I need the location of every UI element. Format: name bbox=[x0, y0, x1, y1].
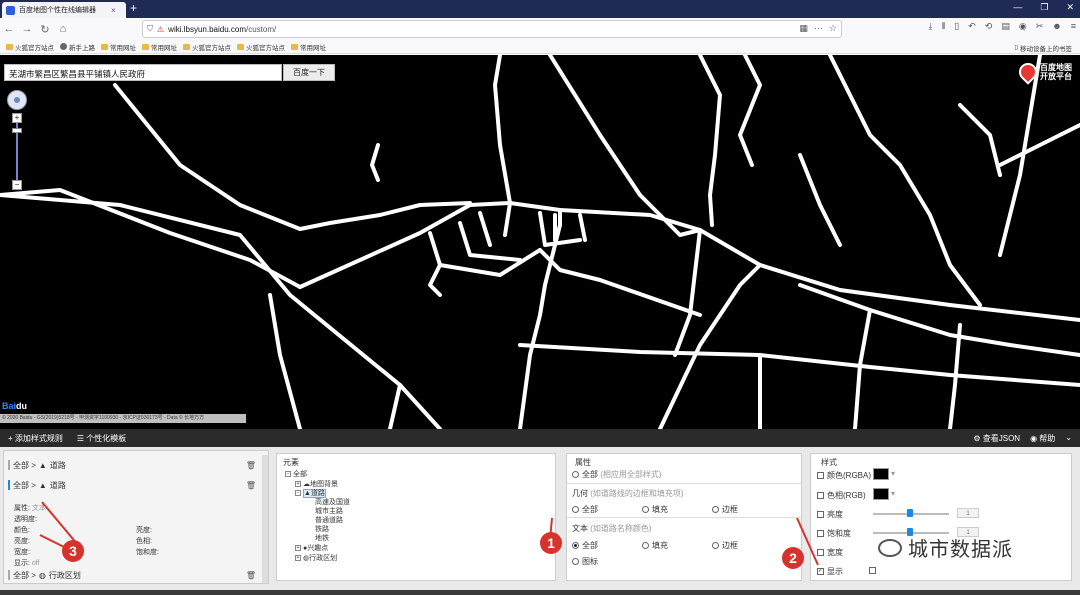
watermark-text: 城市数据派 bbox=[908, 539, 1013, 561]
annotation-badge-2: 2 bbox=[782, 547, 804, 569]
taskbar-strip bbox=[0, 590, 1080, 595]
wechat-icon bbox=[878, 538, 902, 557]
watermark: 城市数据派 bbox=[878, 533, 1013, 562]
annotation-arrows bbox=[39, 501, 819, 566]
annotation-badge-1: 1 bbox=[540, 532, 562, 554]
annotation-badge-3: 3 bbox=[62, 540, 84, 562]
